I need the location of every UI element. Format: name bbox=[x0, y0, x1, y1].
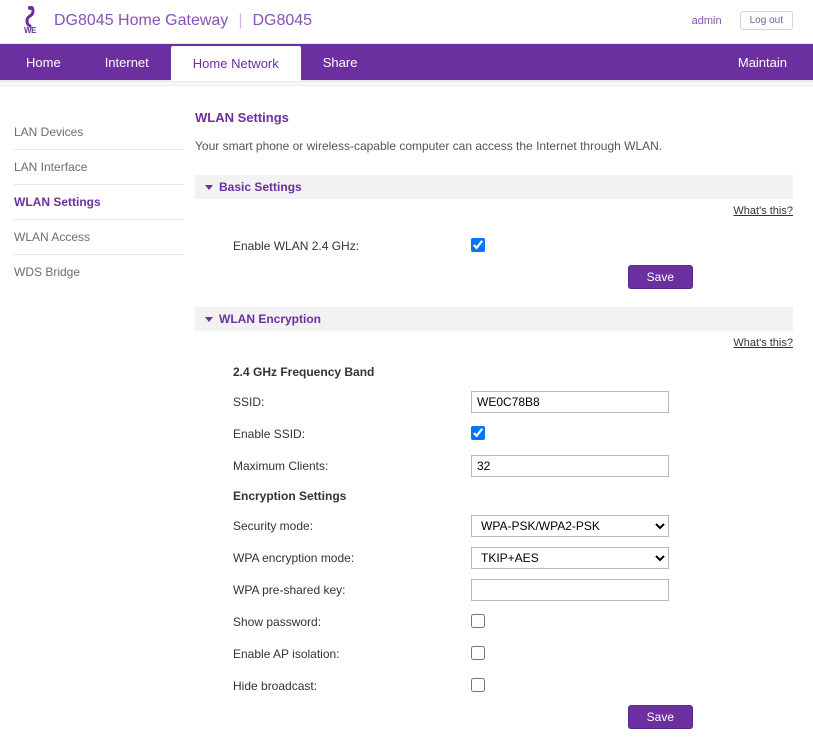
section-bar-encryption[interactable]: WLAN Encryption bbox=[195, 307, 793, 331]
input-psk[interactable] bbox=[471, 579, 669, 601]
page-description: Your smart phone or wireless-capable com… bbox=[195, 139, 793, 153]
section-title-basic: Basic Settings bbox=[219, 180, 302, 194]
tab-maintain[interactable]: Maintain bbox=[716, 44, 809, 80]
title-separator: | bbox=[238, 12, 242, 30]
sidebar-item-wds-bridge[interactable]: WDS Bridge bbox=[14, 258, 195, 286]
tab-home-network[interactable]: Home Network bbox=[171, 46, 301, 81]
section-basic-settings: Basic Settings What's this? Enable WLAN … bbox=[195, 175, 793, 289]
checkbox-hide-broadcast[interactable] bbox=[471, 678, 485, 692]
label-security-mode: Security mode: bbox=[233, 519, 471, 533]
checkbox-enable-ssid[interactable] bbox=[471, 426, 485, 440]
logo-text: WE bbox=[24, 26, 36, 35]
label-enable-wlan: Enable WLAN 2.4 GHz: bbox=[233, 239, 471, 253]
input-ssid[interactable] bbox=[471, 391, 669, 413]
collapse-icon bbox=[205, 185, 213, 190]
label-show-password: Show password: bbox=[233, 615, 471, 629]
basic-body: Enable WLAN 2.4 GHz: Save bbox=[195, 199, 793, 289]
main-panel: WLAN Settings Your smart phone or wirele… bbox=[195, 110, 813, 747]
checkbox-enable-wlan[interactable] bbox=[471, 238, 485, 252]
content: LAN Devices LAN Interface WLAN Settings … bbox=[0, 86, 813, 747]
tab-home[interactable]: Home bbox=[4, 44, 83, 80]
sidebar-item-wlan-settings[interactable]: WLAN Settings bbox=[14, 188, 195, 216]
checkbox-ap-isolation[interactable] bbox=[471, 646, 485, 660]
input-max-clients[interactable] bbox=[471, 455, 669, 477]
section-title-encryption: WLAN Encryption bbox=[219, 312, 321, 326]
product-name: DG8045 Home Gateway bbox=[54, 12, 228, 30]
sidebar-item-wlan-access[interactable]: WLAN Access bbox=[14, 223, 195, 251]
tab-internet[interactable]: Internet bbox=[83, 44, 171, 80]
sidebar-item-lan-interface[interactable]: LAN Interface bbox=[14, 153, 195, 181]
label-hide-broadcast: Hide broadcast: bbox=[233, 679, 471, 693]
save-button-encryption[interactable]: Save bbox=[628, 705, 693, 729]
we-logo-icon: WE bbox=[16, 5, 44, 37]
collapse-icon bbox=[205, 317, 213, 322]
sidebar: LAN Devices LAN Interface WLAN Settings … bbox=[0, 110, 195, 286]
select-security-mode[interactable]: WPA-PSK/WPA2-PSK bbox=[471, 515, 669, 537]
label-psk: WPA pre-shared key: bbox=[233, 583, 471, 597]
heading-frequency-band: 2.4 GHz Frequency Band bbox=[233, 365, 787, 379]
topbar: WE DG8045 Home Gateway | DG8045 admin Lo… bbox=[0, 0, 813, 44]
label-ap-isolation: Enable AP isolation: bbox=[233, 647, 471, 661]
heading-encryption-settings: Encryption Settings bbox=[233, 489, 787, 503]
user-area: admin Log out bbox=[692, 11, 793, 30]
current-user: admin bbox=[692, 15, 722, 27]
page-title: WLAN Settings bbox=[195, 110, 793, 125]
brand-area: WE DG8045 Home Gateway | DG8045 bbox=[16, 5, 312, 37]
product-title: DG8045 Home Gateway | DG8045 bbox=[54, 12, 312, 30]
main-nav: Home Internet Home Network Share Maintai… bbox=[0, 44, 813, 80]
label-wpa-mode: WPA encryption mode: bbox=[233, 551, 471, 565]
checkbox-show-password[interactable] bbox=[471, 614, 485, 628]
select-wpa-mode[interactable]: TKIP+AES bbox=[471, 547, 669, 569]
logout-button[interactable]: Log out bbox=[740, 11, 793, 30]
section-bar-basic[interactable]: Basic Settings bbox=[195, 175, 793, 199]
label-ssid: SSID: bbox=[233, 395, 471, 409]
section-wlan-encryption: WLAN Encryption What's this? 2.4 GHz Fre… bbox=[195, 307, 793, 729]
label-enable-ssid: Enable SSID: bbox=[233, 427, 471, 441]
save-button-basic[interactable]: Save bbox=[628, 265, 693, 289]
whats-this-encryption[interactable]: What's this? bbox=[733, 337, 793, 349]
sidebar-item-lan-devices[interactable]: LAN Devices bbox=[14, 118, 195, 146]
product-model: DG8045 bbox=[252, 12, 312, 30]
encryption-body: 2.4 GHz Frequency Band SSID: Enable SSID… bbox=[195, 331, 793, 729]
whats-this-basic[interactable]: What's this? bbox=[733, 205, 793, 217]
label-max-clients: Maximum Clients: bbox=[233, 459, 471, 473]
tab-share[interactable]: Share bbox=[301, 44, 380, 80]
